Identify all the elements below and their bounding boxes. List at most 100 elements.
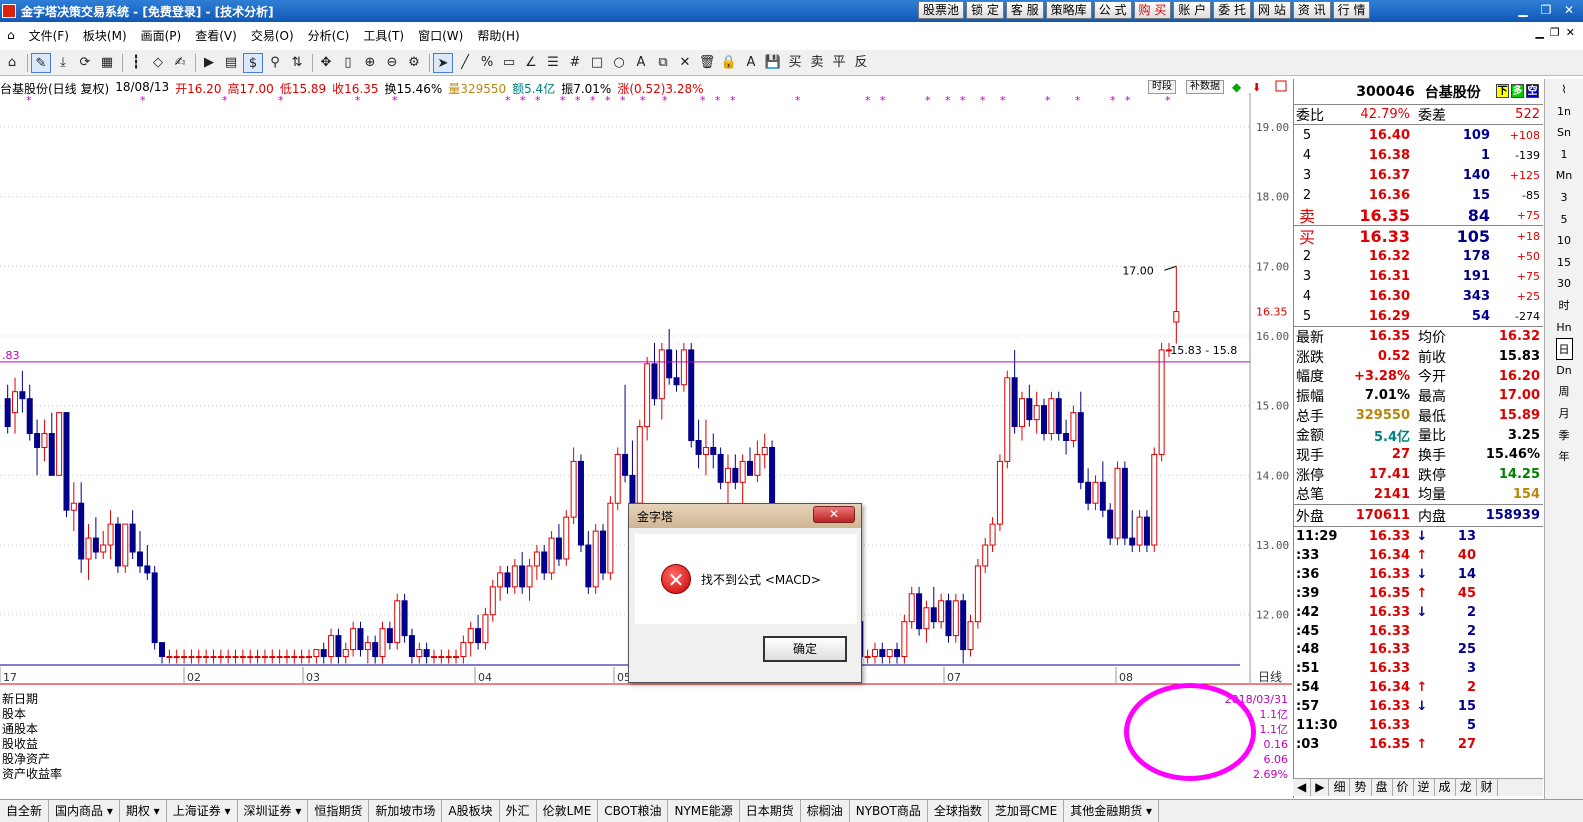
menu-item[interactable]: 查看(V) <box>188 27 244 44</box>
market-tab[interactable]: A股板块 <box>442 800 500 822</box>
candles-tool-icon[interactable]: ┇ <box>126 53 146 73</box>
order-book-row[interactable]: 卖 16.35 84 +75 <box>1294 205 1543 227</box>
short-icon[interactable]: 空 <box>1526 84 1539 98</box>
filter-tool-icon[interactable]: ⚲ <box>265 53 285 73</box>
event-marker[interactable]: * <box>1110 94 1116 107</box>
event-marker[interactable]: * <box>1045 94 1051 107</box>
event-marker[interactable]: * <box>640 94 646 107</box>
market-tab[interactable]: 自全新 <box>0 800 50 822</box>
event-marker[interactable]: * <box>505 94 511 107</box>
quick-button[interactable]: 网 站 <box>1253 1 1291 19</box>
trash-tool-icon[interactable]: 🗑 <box>697 53 717 73</box>
market-tab[interactable]: 深圳证券 ▾ <box>238 800 309 822</box>
event-marker[interactable]: * <box>560 94 566 107</box>
menu-item[interactable]: 板块(M) <box>76 27 134 44</box>
zoom-in-icon[interactable]: ⊕ <box>360 53 380 73</box>
period-tab[interactable]: 30 <box>1557 273 1571 295</box>
menu-item[interactable]: 帮助(H) <box>470 27 526 44</box>
dollar-tool-icon[interactable]: $ <box>243 52 263 73</box>
sell-tool-icon[interactable]: 卖 <box>807 53 827 73</box>
settings-icon[interactable]: ⚙ <box>404 53 424 73</box>
period-tab[interactable]: Hn <box>1556 317 1571 339</box>
market-tab[interactable]: 上海证券 ▾ <box>167 800 238 822</box>
delete-tool-icon[interactable]: ✕ <box>675 53 695 73</box>
chart-tool-icon[interactable]: ⇅ <box>287 53 307 73</box>
event-marker[interactable]: * <box>730 94 736 107</box>
order-book-row[interactable]: 5 16.29 54 -274 <box>1294 306 1543 326</box>
pencil-tool-icon[interactable]: ✎ <box>31 52 51 73</box>
market-tab[interactable]: 期权 ▾ <box>120 800 167 822</box>
edit-tool-icon[interactable]: ✍ <box>170 53 190 73</box>
menu-item[interactable]: 画面(P) <box>134 27 189 44</box>
market-tab[interactable]: CBOT粮油 <box>598 800 669 822</box>
diamond-tool-icon[interactable]: ◇ <box>148 53 168 73</box>
reverse-position-icon[interactable]: 反 <box>851 53 871 73</box>
fibonacci-tool-icon[interactable]: ☰ <box>543 53 563 73</box>
event-marker[interactable]: * <box>535 94 541 107</box>
period-tab[interactable]: 1 <box>1561 144 1568 166</box>
copy-tool-icon[interactable]: ⧉ <box>653 53 673 73</box>
period-tab[interactable]: Sn <box>1557 122 1571 144</box>
event-marker[interactable]: * <box>795 94 801 107</box>
save-tool-icon[interactable]: 💾 <box>763 53 783 73</box>
market-tab[interactable]: 外汇 <box>500 800 537 822</box>
quick-button[interactable]: 公 式 <box>1093 1 1132 19</box>
mdi-minimize-icon[interactable]: ▁ <box>1535 26 1543 39</box>
event-marker[interactable]: * <box>1000 94 1006 107</box>
move-tool-icon[interactable]: ✥ <box>316 53 336 73</box>
market-tab[interactable]: 国内商品 ▾ <box>49 800 120 822</box>
event-marker[interactable]: * <box>865 94 871 107</box>
right-tab[interactable]: 逆 <box>1414 779 1435 796</box>
order-book-row[interactable]: 买 16.33 105 +18 <box>1294 226 1543 248</box>
market-tab[interactable]: 其他金融期货 ▾ <box>1064 800 1160 822</box>
event-marker[interactable]: * <box>278 94 284 107</box>
right-tab[interactable]: 价 <box>1393 779 1414 796</box>
order-book-row[interactable]: 3 16.31 191 +75 <box>1294 266 1543 286</box>
event-marker[interactable]: * <box>355 94 361 107</box>
bar-tool-icon[interactable]: ▯ <box>338 53 358 73</box>
event-marker[interactable]: * <box>575 94 581 107</box>
pointer-tool-icon[interactable]: ➤ <box>433 52 453 73</box>
market-tab[interactable]: 新加坡市场 <box>369 800 443 822</box>
event-marker[interactable]: * <box>715 94 721 107</box>
order-book-row[interactable]: 2 16.32 178 +50 <box>1294 246 1543 266</box>
event-marker[interactable]: * <box>605 94 611 107</box>
play-tool-icon[interactable]: ▶ <box>199 53 219 73</box>
right-tab[interactable]: 财 <box>1477 779 1498 796</box>
event-marker[interactable]: * <box>1125 94 1131 107</box>
order-book-row[interactable]: 2 16.36 15 -85 <box>1294 185 1543 205</box>
market-tab[interactable]: 棕榈油 <box>801 800 850 822</box>
period-tab[interactable]: 年 <box>1559 446 1570 468</box>
quick-button[interactable]: 策略库 <box>1045 1 1092 19</box>
period-tab[interactable]: 5 <box>1561 209 1568 231</box>
ruler-tool-icon[interactable]: ▭ <box>499 53 519 73</box>
order-book-row[interactable]: 4 16.30 343 +25 <box>1294 286 1543 306</box>
menu-item[interactable]: 交易(O) <box>244 27 301 44</box>
quick-button[interactable]: 委 托 <box>1213 1 1251 19</box>
line-tool-icon[interactable]: ╱ <box>455 53 475 73</box>
event-marker[interactable]: * <box>590 94 596 107</box>
period-tab[interactable]: 1n <box>1557 101 1571 123</box>
market-tab[interactable]: 日本期货 <box>740 800 801 822</box>
quick-button[interactable]: 锁 定 <box>966 1 1004 19</box>
rectangle-tool-icon[interactable]: □ <box>587 53 607 73</box>
event-marker[interactable]: * <box>945 94 951 107</box>
market-tab[interactable]: 伦敦LME <box>537 800 599 822</box>
event-marker[interactable]: * <box>960 94 966 107</box>
tick-list[interactable]: 11:29 16.33 ↓ 13:33 16.34 ↑ 40:36 16.33 ↓ 14:39 16… <box>1294 527 1543 754</box>
order-book-row[interactable]: 4 16.38 1 -139 <box>1294 145 1543 165</box>
panel-toggle-icon[interactable] <box>1275 80 1287 92</box>
right-tab[interactable]: 盘 <box>1372 779 1393 796</box>
quick-button[interactable]: 股票池 <box>918 1 965 19</box>
order-book-row[interactable]: 3 16.37 140 +125 <box>1294 165 1543 185</box>
quick-button[interactable]: 行 情 <box>1332 1 1371 19</box>
market-tab[interactable]: 恒指期货 <box>308 800 370 822</box>
market-tab[interactable]: 芝加哥CME <box>989 800 1065 822</box>
event-marker[interactable]: * <box>620 94 626 107</box>
market-tab[interactable]: NYBOT商品 <box>850 800 928 822</box>
right-tab[interactable]: 龙 <box>1456 779 1477 796</box>
market-tab[interactable]: 全球指数 <box>928 800 989 822</box>
period-tab[interactable]: Dn <box>1556 360 1571 382</box>
period-tab[interactable]: 月 <box>1559 403 1570 425</box>
period-tab[interactable]: 日 <box>1555 338 1573 360</box>
